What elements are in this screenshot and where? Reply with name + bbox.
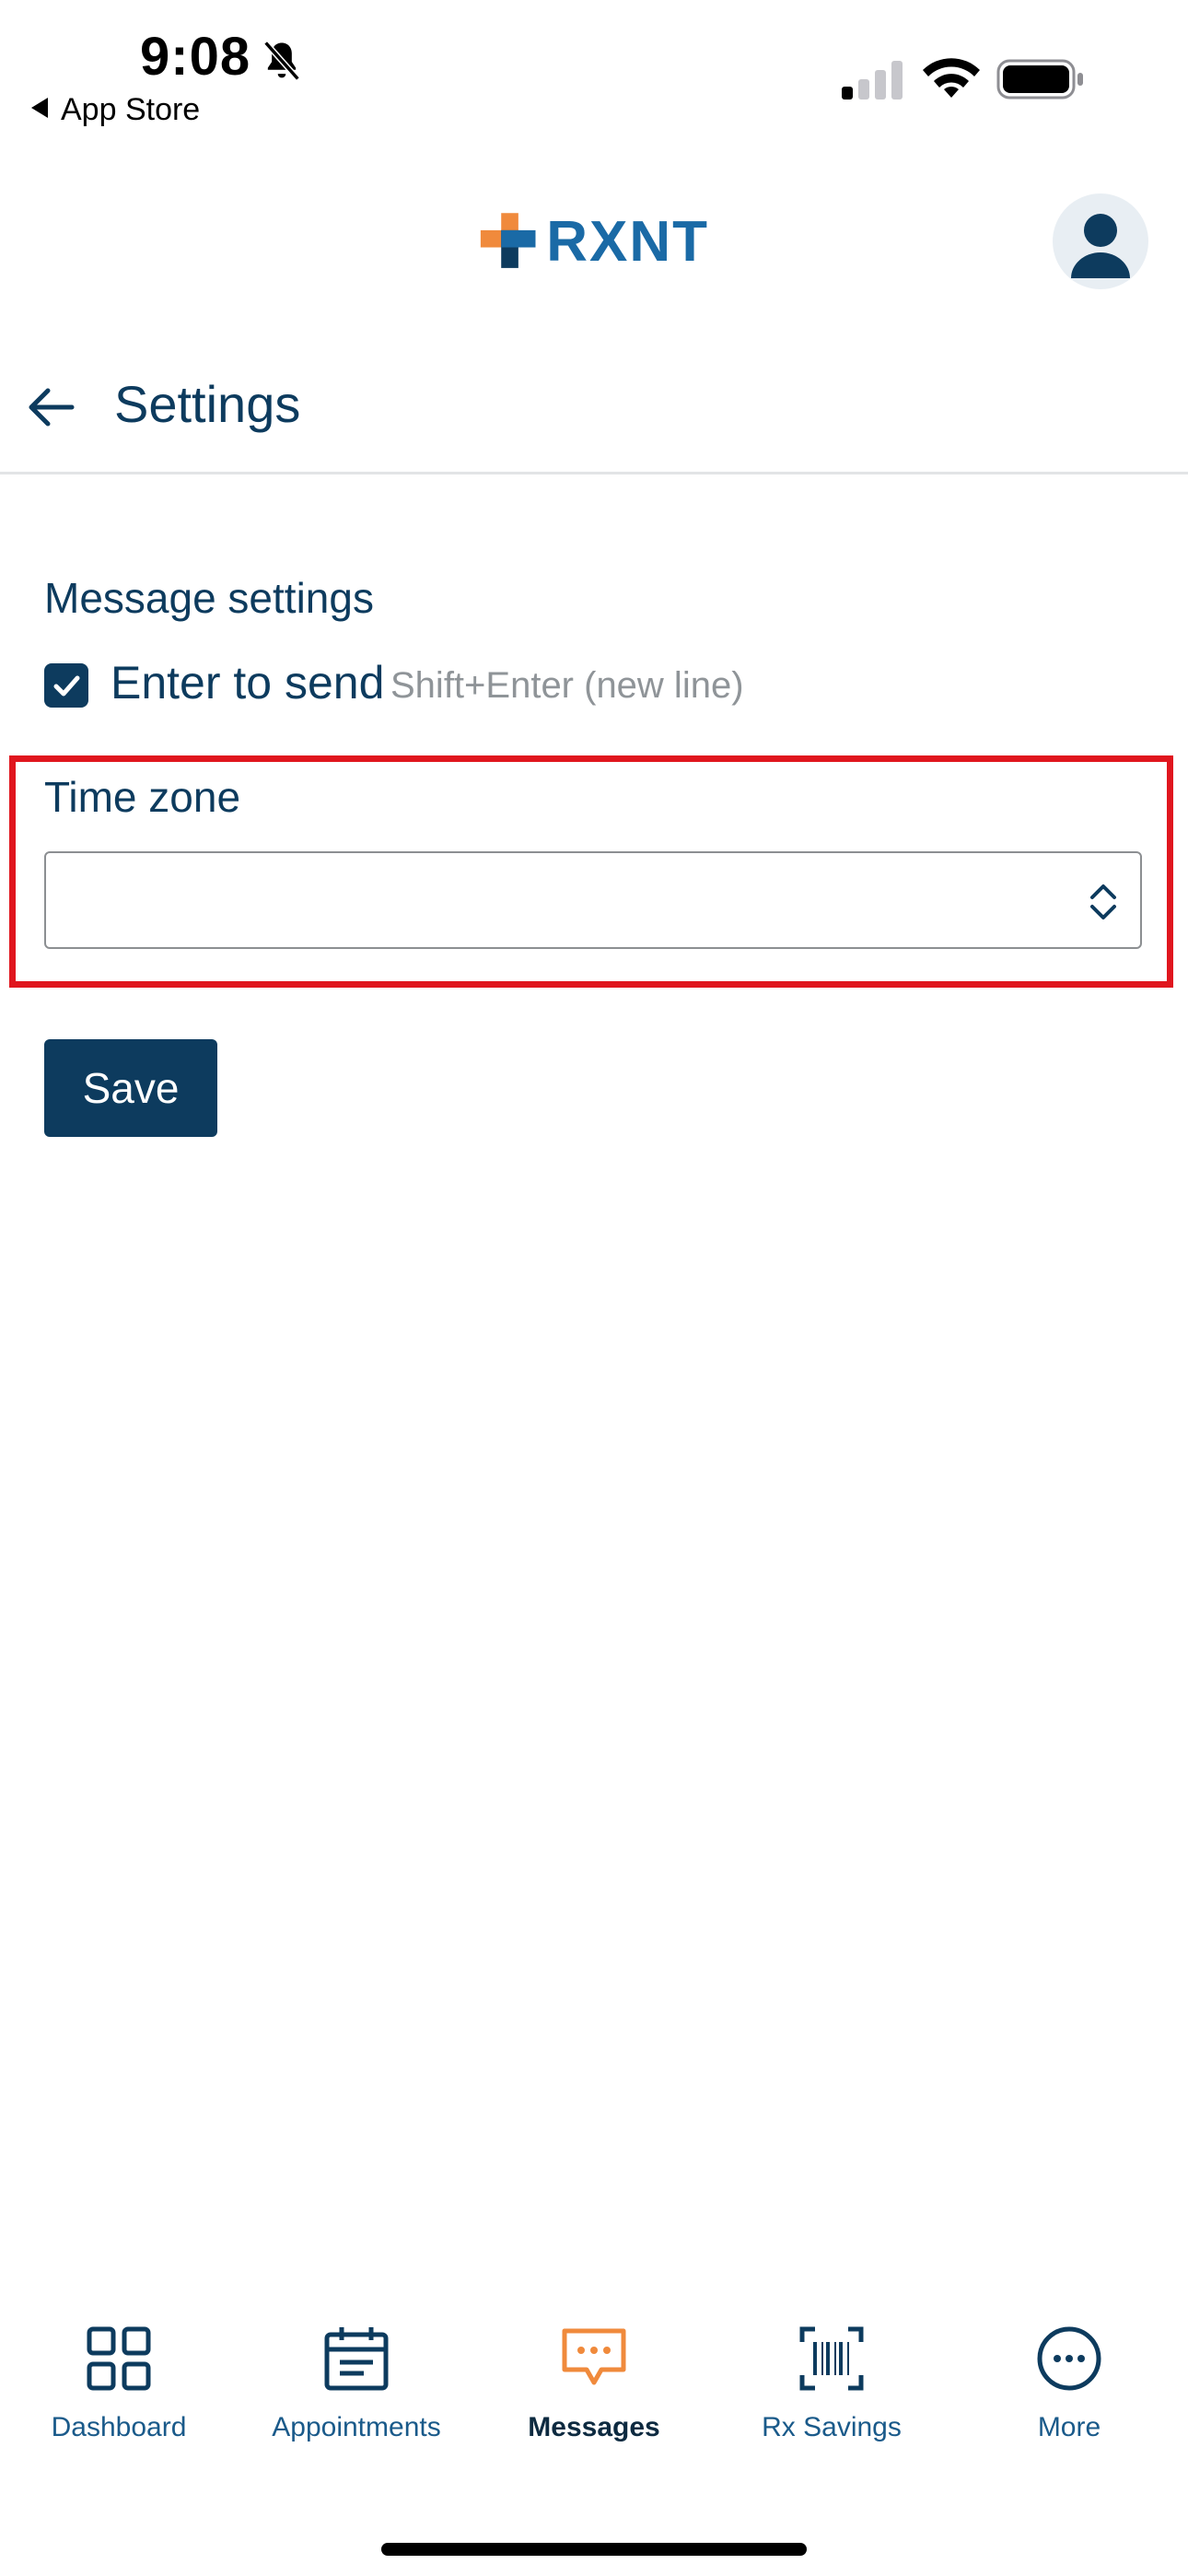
cellular-signal-icon: [842, 61, 903, 100]
profile-avatar-button[interactable]: [1053, 193, 1148, 289]
enter-to-send-label[interactable]: Enter to send: [111, 656, 384, 709]
nav-label-messages: Messages: [528, 2412, 660, 2442]
bottom-navigation: Dashboard Appointments Messages Rx Savin…: [0, 2322, 1188, 2488]
back-to-app-store[interactable]: App Store: [31, 92, 200, 128]
status-time: 9:08: [140, 27, 251, 87]
bell-slash-icon: [263, 41, 300, 81]
wifi-icon: [923, 58, 980, 98]
save-button[interactable]: Save: [44, 1039, 217, 1137]
enter-to-send-checkbox[interactable]: [44, 663, 88, 708]
page-title: Settings: [114, 375, 301, 433]
time-zone-select[interactable]: [44, 851, 1142, 949]
nav-label-appointments: Appointments: [272, 2412, 441, 2442]
message-settings-title: Message settings: [44, 574, 374, 622]
nav-more[interactable]: More: [950, 2322, 1188, 2443]
logo-text: RXNT: [546, 209, 709, 274]
select-chevron-icon: [1090, 884, 1116, 919]
back-triangle-icon: [31, 98, 48, 118]
barcode-icon: [799, 2326, 864, 2391]
nav-rx-savings[interactable]: Rx Savings: [713, 2322, 950, 2443]
nav-label-rx-savings: Rx Savings: [762, 2412, 902, 2442]
rxnt-cross-icon: [480, 213, 536, 268]
back-arrow-icon[interactable]: [24, 380, 79, 435]
home-indicator: [381, 2543, 807, 2556]
nav-messages[interactable]: Messages: [475, 2322, 713, 2443]
rxnt-logo: RXNT: [479, 208, 709, 275]
back-app-label: App Store: [61, 92, 201, 127]
header-divider: [0, 472, 1188, 474]
user-icon: [1071, 214, 1130, 278]
message-icon: [562, 2328, 626, 2385]
time-zone-label: Time zone: [44, 773, 241, 821]
nav-dashboard[interactable]: Dashboard: [0, 2322, 238, 2443]
nav-label-more: More: [1037, 2412, 1101, 2442]
checkmark-icon: [53, 675, 80, 697]
dashboard-icon: [87, 2326, 151, 2391]
more-icon: [1037, 2326, 1101, 2391]
enter-to-send-hint: Shift+Enter (new line): [390, 665, 744, 706]
battery-icon: [996, 59, 1083, 100]
nav-appointments[interactable]: Appointments: [238, 2322, 475, 2443]
nav-label-dashboard: Dashboard: [51, 2412, 187, 2442]
calendar-icon: [324, 2327, 389, 2391]
